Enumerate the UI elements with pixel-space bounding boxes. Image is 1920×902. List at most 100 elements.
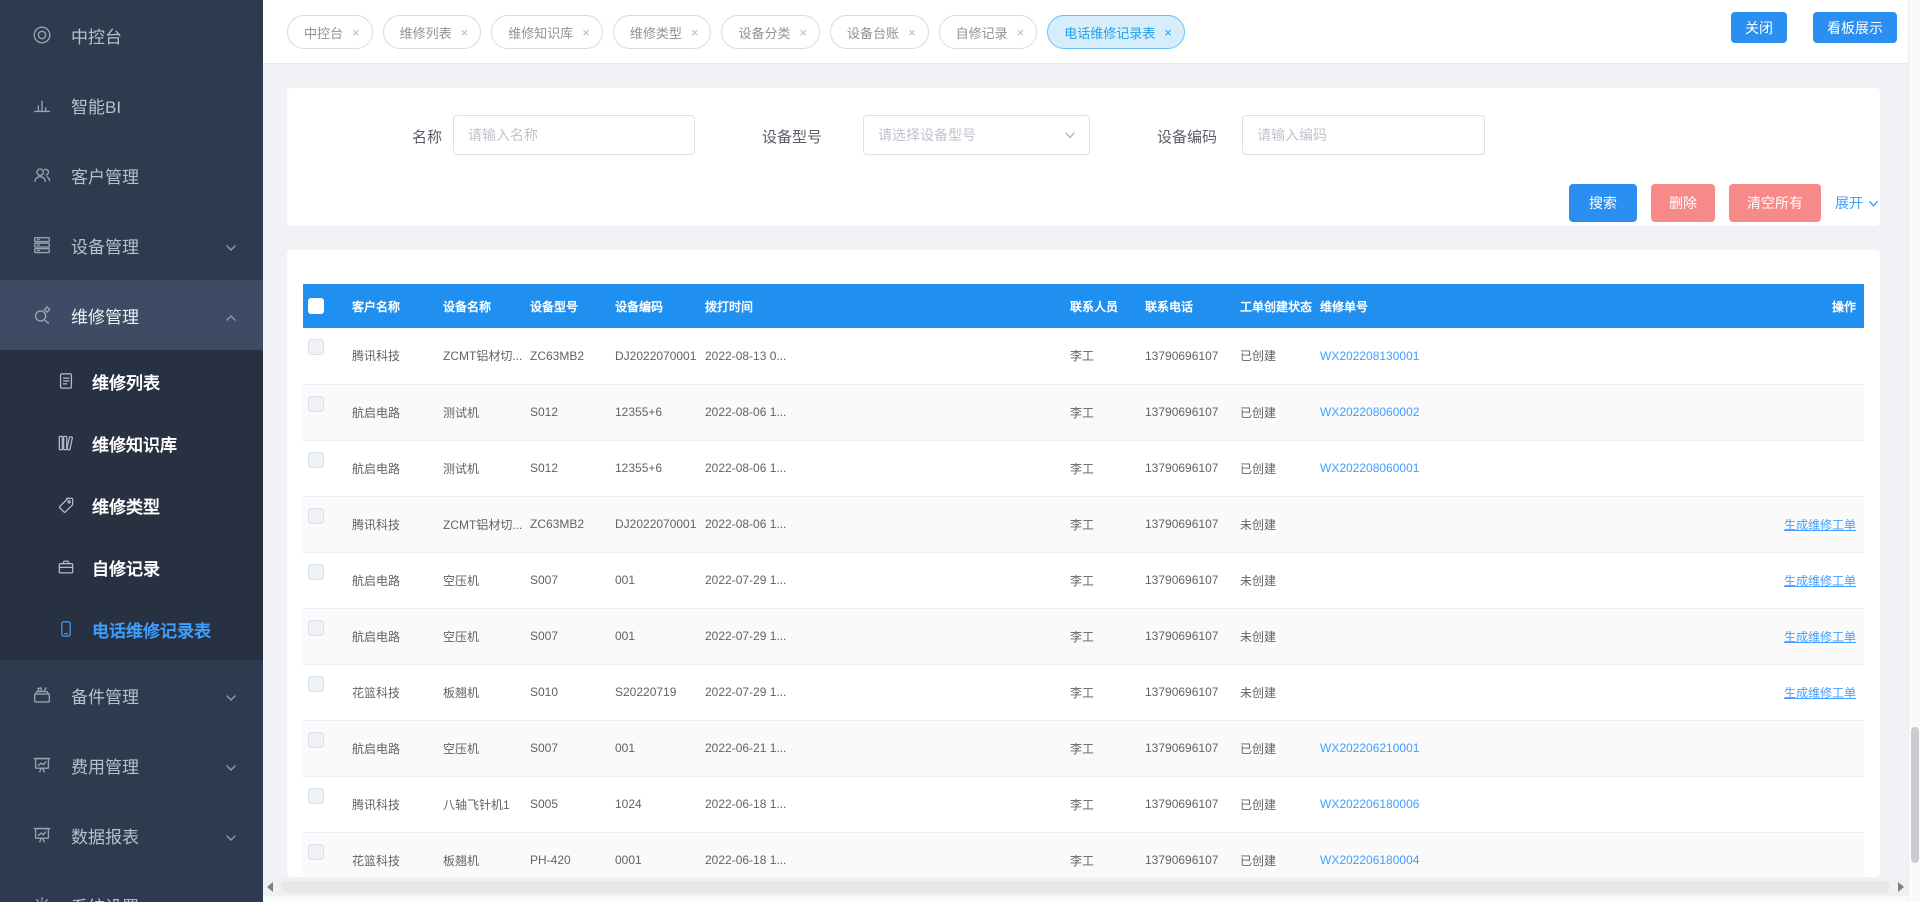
- tab-repair-type[interactable]: 维修类型 ×: [613, 15, 712, 49]
- tab-repair-knowledge-base[interactable]: 维修知识库 ×: [491, 15, 603, 49]
- sidebar-item-fee-management[interactable]: 费用管理: [0, 730, 263, 800]
- row-checkbox[interactable]: [308, 732, 324, 748]
- toolbox-icon: [30, 683, 54, 707]
- row-checkbox[interactable]: [308, 564, 324, 580]
- sidebar-item-console[interactable]: 中控台: [0, 0, 263, 70]
- cell-contact: 李工: [1065, 496, 1140, 552]
- sidebar-item-customer-management[interactable]: 客户管理: [0, 140, 263, 210]
- sidebar-item-data-reports[interactable]: 数据报表: [0, 800, 263, 870]
- tab-self-repair-records[interactable]: 自修记录 ×: [939, 15, 1038, 49]
- books-icon: [55, 431, 77, 455]
- repair-order-link[interactable]: WX202206180004: [1320, 853, 1419, 867]
- tab-label: 中控台: [304, 23, 343, 42]
- gear-icon: [30, 893, 54, 902]
- tab-bar: 中控台 × 维修列表 × 维修知识库 × 维修类型 × 设备分类 ×: [263, 0, 1920, 64]
- sidebar-item-repair-type[interactable]: 维修类型: [0, 474, 263, 536]
- expand-link[interactable]: 展开: [1835, 193, 1880, 213]
- sidebar-item-repair-management[interactable]: 维修管理: [0, 280, 263, 350]
- cell-model: S007: [525, 608, 610, 664]
- sidebar-item-label: 智能BI: [71, 93, 121, 118]
- cell-time: 2022-08-06 1...: [700, 496, 1065, 552]
- create-workorder-link[interactable]: 生成维修工单: [1784, 686, 1856, 700]
- sidebar-item-system-settings[interactable]: 系统设置: [0, 870, 263, 902]
- scroll-left-arrow-icon[interactable]: [267, 882, 273, 892]
- sidebar-item-smart-bi[interactable]: 智能BI: [0, 70, 263, 140]
- cell-code: 001: [610, 720, 700, 776]
- repair-order-link[interactable]: WX202206180006: [1320, 797, 1419, 811]
- cell-phone: 13790696107: [1140, 832, 1235, 877]
- cell-device: 板翘机: [438, 832, 525, 877]
- create-workorder-link[interactable]: 生成维修工单: [1784, 630, 1856, 644]
- tabbar-buttons: 关闭 看板展示: [1731, 12, 1897, 43]
- cell-phone: 13790696107: [1140, 496, 1235, 552]
- row-checkbox[interactable]: [308, 396, 324, 412]
- scroll-right-arrow-icon[interactable]: [1898, 882, 1904, 892]
- tab-phone-repair-records[interactable]: 电话维修记录表 ×: [1047, 15, 1185, 49]
- row-checkbox[interactable]: [308, 508, 324, 524]
- cell-time: 2022-06-21 1...: [700, 720, 1065, 776]
- select-all-checkbox[interactable]: [308, 298, 324, 314]
- sidebar-item-repair-knowledge-base[interactable]: 维修知识库: [0, 412, 263, 474]
- repair-tools-icon: [30, 303, 54, 327]
- sidebar-item-device-management[interactable]: 设备管理: [0, 210, 263, 280]
- sidebar-item-phone-repair-records[interactable]: 电话维修记录表: [0, 598, 263, 660]
- cell-status: 未创建: [1235, 608, 1315, 664]
- horizontal-scrollbar-thumb[interactable]: [281, 881, 1890, 893]
- close-icon[interactable]: ×: [1017, 26, 1025, 39]
- cell-device: 板翘机: [438, 664, 525, 720]
- delete-button[interactable]: 删除: [1651, 184, 1715, 222]
- phone-icon: [55, 617, 77, 641]
- tab-console[interactable]: 中控台 ×: [287, 15, 373, 49]
- row-checkbox[interactable]: [308, 788, 324, 804]
- tab-repair-list[interactable]: 维修列表 ×: [383, 15, 482, 49]
- close-icon[interactable]: ×: [799, 26, 807, 39]
- repair-order-link[interactable]: WX202208060002: [1320, 405, 1419, 419]
- row-checkbox[interactable]: [308, 339, 324, 355]
- board-display-button[interactable]: 看板展示: [1813, 12, 1897, 43]
- sidebar-item-repair-list[interactable]: 维修列表: [0, 350, 263, 412]
- col-device-code: 设备编码: [610, 284, 700, 328]
- cell-device: 空压机: [438, 608, 525, 664]
- close-icon[interactable]: ×: [582, 26, 590, 39]
- close-icon[interactable]: ×: [908, 26, 916, 39]
- vertical-scrollbar-thumb[interactable]: [1911, 727, 1919, 863]
- briefcase-icon: [55, 555, 77, 579]
- cell-contact: 李工: [1065, 384, 1140, 440]
- close-icon[interactable]: ×: [1164, 26, 1172, 39]
- repair-order-link[interactable]: WX202208060001: [1320, 461, 1419, 475]
- repair-order-link[interactable]: WX202206210001: [1320, 741, 1419, 755]
- sidebar-item-spare-parts[interactable]: 备件管理: [0, 660, 263, 730]
- horizontal-scrollbar[interactable]: [263, 878, 1908, 896]
- col-device-name: 设备名称: [438, 284, 525, 328]
- main-content: 中控台 × 维修列表 × 维修知识库 × 维修类型 × 设备分类 ×: [263, 0, 1920, 902]
- tab-device-ledger[interactable]: 设备台账 ×: [830, 15, 929, 49]
- bottom-strip: [263, 896, 1920, 902]
- close-icon[interactable]: ×: [461, 26, 469, 39]
- tab-label: 维修知识库: [508, 23, 573, 42]
- create-workorder-link[interactable]: 生成维修工单: [1784, 574, 1856, 588]
- close-icon[interactable]: ×: [691, 26, 699, 39]
- name-input[interactable]: [453, 115, 695, 155]
- row-checkbox[interactable]: [308, 452, 324, 468]
- close-button[interactable]: 关闭: [1731, 12, 1787, 43]
- vertical-scrollbar[interactable]: [1908, 0, 1920, 902]
- console-icon: [30, 23, 54, 47]
- row-checkbox[interactable]: [308, 676, 324, 692]
- cell-customer: 航启电路: [347, 552, 438, 608]
- app-root: 中控台 智能BI 客户管理 设备管理: [0, 0, 1920, 902]
- close-icon[interactable]: ×: [352, 26, 360, 39]
- device-model-select[interactable]: 请选择设备型号: [863, 115, 1090, 155]
- repair-order-link[interactable]: WX202208130001: [1320, 349, 1419, 363]
- chevron-down-icon: [225, 759, 237, 779]
- search-button[interactable]: 搜索: [1569, 184, 1637, 222]
- tab-device-category[interactable]: 设备分类 ×: [721, 15, 820, 49]
- clear-all-button[interactable]: 清空所有: [1729, 184, 1821, 222]
- cell-status: 已创建: [1235, 328, 1315, 384]
- create-workorder-link[interactable]: 生成维修工单: [1784, 518, 1856, 532]
- cell-device: ZCMT铝材切...: [438, 496, 525, 552]
- row-checkbox[interactable]: [308, 844, 324, 860]
- row-checkbox[interactable]: [308, 620, 324, 636]
- sidebar-item-self-repair-records[interactable]: 自修记录: [0, 536, 263, 598]
- device-code-input[interactable]: [1242, 115, 1485, 155]
- col-workorder-status: 工单创建状态: [1235, 284, 1315, 328]
